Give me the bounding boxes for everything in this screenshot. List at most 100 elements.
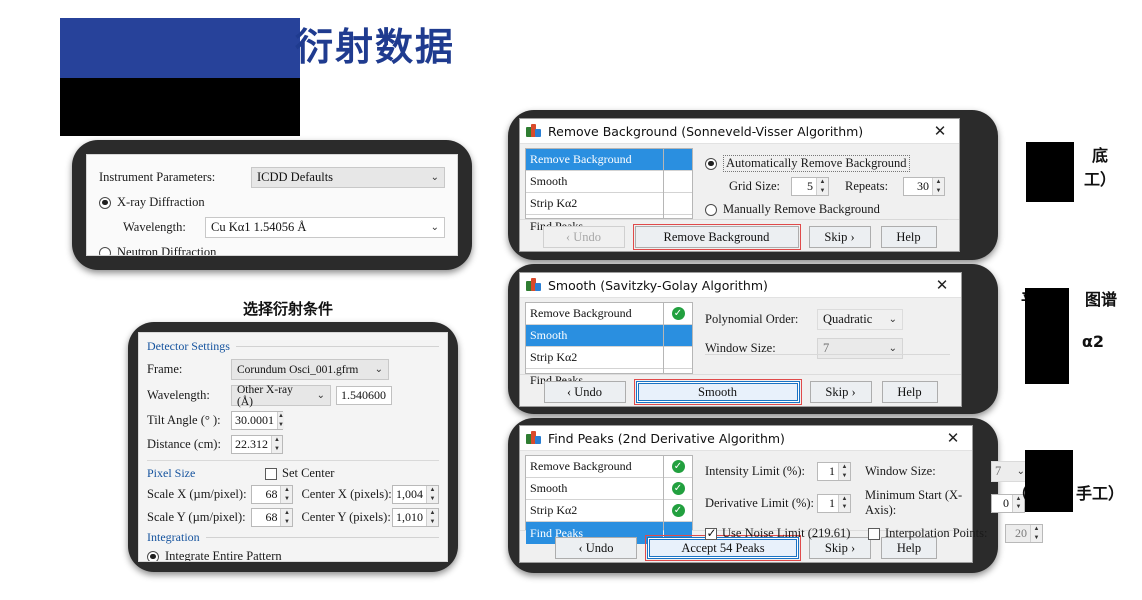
stepper-arrows[interactable]: ▲ ▼ bbox=[426, 486, 438, 503]
check-circle-icon: ✓ bbox=[671, 504, 685, 517]
step-smooth[interactable]: Smooth bbox=[526, 325, 663, 347]
grid-size-stepper[interactable]: 5 ▲ ▼ bbox=[791, 177, 829, 196]
center-y-label: Center Y (pixels): bbox=[301, 510, 391, 524]
intensity-limit-stepper[interactable]: 1 ▲ ▼ bbox=[817, 462, 851, 481]
step-status-remove-background: ✓ bbox=[664, 456, 692, 478]
stepper-arrows[interactable]: ▲ ▼ bbox=[816, 178, 828, 195]
manual-remove-row[interactable]: Manually Remove Background bbox=[705, 202, 946, 217]
close-icon[interactable]: ✕ bbox=[940, 426, 966, 450]
center-x-stepper[interactable]: 1,004 ▲ ▼ bbox=[392, 485, 439, 504]
annotation-redaction-block bbox=[1025, 450, 1073, 512]
step-strip-kalpha2[interactable]: Strip Kα2 bbox=[526, 347, 663, 369]
instrument-parameters-label: Instrument Parameters: bbox=[99, 170, 216, 184]
chevron-down-icon: ⌄ bbox=[888, 343, 897, 354]
annotation-smooth: 平滑 图谱 去 α2 bbox=[996, 288, 1142, 354]
close-icon[interactable]: ✕ bbox=[927, 119, 953, 143]
repeats-value: 30 bbox=[917, 179, 929, 193]
grid-size-label: Grid Size: bbox=[729, 179, 781, 193]
divider bbox=[205, 537, 439, 538]
distance-stepper[interactable]: 22.312 ▲ ▼ bbox=[231, 435, 283, 454]
interpolation-points-stepper[interactable]: 20 ▲ ▼ bbox=[1005, 524, 1043, 543]
app-icon bbox=[526, 431, 541, 445]
dialog-body: Remove Background Smooth Strip Kα2 Find … bbox=[520, 298, 961, 387]
steps-status-column bbox=[663, 148, 693, 219]
step-status-strip-kalpha2 bbox=[664, 193, 692, 215]
stepper-arrows[interactable]: ▲ ▼ bbox=[838, 494, 850, 512]
step-status-smooth: ✓ bbox=[664, 478, 692, 500]
auto-remove-row[interactable]: Automatically Remove Background bbox=[705, 155, 946, 172]
step-remove-background[interactable]: Remove Background bbox=[526, 303, 663, 325]
scale-y-stepper[interactable]: 68 ▲ ▼ bbox=[251, 508, 294, 527]
annotation-smooth-line1: 平滑 图谱 bbox=[1021, 290, 1117, 309]
neutron-diffraction-radio[interactable] bbox=[99, 246, 111, 255]
steps-list: Remove Background Smooth Strip Kα2 Find … bbox=[525, 455, 693, 544]
interpolation-points-checkbox[interactable] bbox=[868, 527, 880, 540]
close-icon[interactable]: ✕ bbox=[929, 273, 955, 297]
window-size-select[interactable]: 7 ⌄ bbox=[817, 338, 903, 359]
remove-background-button[interactable]: Remove Background bbox=[632, 224, 801, 250]
dialog-titlebar: Remove Background (Sonneveld-Visser Algo… bbox=[520, 119, 959, 144]
caption-select-diffraction-conditions: 选择衍射条件 bbox=[243, 300, 334, 318]
interpolation-points-label: Interpolation Points: bbox=[885, 526, 988, 540]
frame-row: Frame: Corundum Osci_001.gfrm ⌄ bbox=[147, 359, 439, 380]
wavelength-value: Cu Kα1 1.54056 Å bbox=[211, 220, 307, 234]
detector-wavelength-input[interactable]: 1.540600 bbox=[336, 386, 392, 405]
detector-settings-panel: Detector Settings Frame: Corundum Osci_0… bbox=[138, 332, 448, 562]
divider bbox=[235, 346, 439, 347]
scale-y-label: Scale Y (µm/pixel): bbox=[147, 510, 246, 524]
stepper-arrows[interactable]: ▲ ▼ bbox=[271, 436, 282, 453]
step-strip-kalpha2[interactable]: Strip Kα2 bbox=[526, 193, 663, 215]
step-smooth[interactable]: Smooth bbox=[526, 171, 663, 193]
stepper-arrows[interactable]: ▲ ▼ bbox=[277, 412, 284, 429]
wavelength-label: Wavelength: bbox=[123, 220, 186, 234]
step-smooth[interactable]: Smooth bbox=[526, 478, 663, 500]
help-button[interactable]: Help bbox=[880, 226, 937, 248]
step-status-strip-kalpha2: ✓ bbox=[664, 500, 692, 522]
polynomial-order-select[interactable]: Quadratic ⌄ bbox=[817, 309, 903, 330]
center-x-label: Center X (pixels): bbox=[301, 487, 392, 501]
smooth-button[interactable]: Smooth bbox=[633, 379, 802, 405]
instrument-parameters-select[interactable]: ICDD Defaults ⌄ bbox=[251, 167, 445, 188]
step-strip-kalpha2[interactable]: Strip Kα2 bbox=[526, 500, 663, 522]
skip-button[interactable]: Skip › bbox=[809, 381, 872, 403]
integrate-entire-radio[interactable] bbox=[147, 550, 159, 561]
auto-remove-radio[interactable] bbox=[705, 157, 717, 170]
stepper-arrows[interactable]: ▲ ▼ bbox=[280, 509, 293, 526]
repeats-stepper[interactable]: 30 ▲ ▼ bbox=[903, 177, 945, 196]
undo-button[interactable]: ‹ Undo bbox=[543, 381, 626, 403]
stepper-arrows[interactable]: ▲ ▼ bbox=[838, 463, 850, 480]
frame-select[interactable]: Corundum Osci_001.gfrm ⌄ bbox=[231, 359, 389, 380]
neutron-diffraction-radio-row[interactable]: Neutron Diffraction bbox=[99, 245, 445, 255]
manual-remove-radio[interactable] bbox=[705, 203, 717, 216]
distance-value: 22.312 bbox=[235, 437, 268, 451]
scale-x-stepper[interactable]: 68 ▲ ▼ bbox=[251, 485, 294, 504]
help-button[interactable]: Help bbox=[881, 381, 938, 403]
step-remove-background[interactable]: Remove Background bbox=[526, 456, 663, 478]
use-noise-limit-checkbox[interactable] bbox=[705, 526, 717, 540]
xray-diffraction-radio-row[interactable]: X-ray Diffraction bbox=[99, 195, 445, 210]
options-pane: Polynomial Order: Quadratic ⌄ Window Siz… bbox=[693, 302, 956, 374]
detector-settings-card: Detector Settings Frame: Corundum Osci_0… bbox=[128, 322, 458, 572]
stepper-arrows[interactable]: ▲ ▼ bbox=[932, 178, 944, 195]
step-remove-background[interactable]: Remove Background bbox=[526, 149, 663, 171]
annotation-redaction-block bbox=[1025, 288, 1069, 384]
integrate-entire-row[interactable]: Integrate Entire Pattern bbox=[147, 549, 439, 561]
set-center-checkbox[interactable] bbox=[265, 467, 277, 480]
derivative-limit-stepper[interactable]: 1 ▲ ▼ bbox=[817, 493, 851, 513]
stepper-arrows[interactable]: ▲ ▼ bbox=[426, 509, 438, 526]
undo-button[interactable]: ‹ Undo bbox=[555, 537, 637, 559]
stepper-arrows[interactable]: ▲ ▼ bbox=[280, 486, 293, 503]
wavelength-select[interactable]: Cu Kα1 1.54056 Å ⌄ bbox=[205, 217, 445, 238]
tilt-angle-stepper[interactable]: 30.0001 ▲ ▼ bbox=[231, 411, 284, 430]
steps-status-column: ✓ bbox=[663, 302, 693, 374]
undo-button[interactable]: ‹ Undo bbox=[542, 226, 625, 248]
center-y-value: 1,010 bbox=[396, 510, 423, 524]
chevron-down-icon: ⌄ bbox=[374, 364, 383, 375]
dialog-body: Remove Background Smooth Strip Kα2 Find … bbox=[520, 144, 959, 233]
stepper-arrows[interactable]: ▲ ▼ bbox=[1030, 525, 1042, 542]
detector-wavelength-select[interactable]: Other X-ray (Å) ⌄ bbox=[231, 384, 331, 408]
center-y-stepper[interactable]: 1,010 ▲ ▼ bbox=[392, 508, 439, 527]
skip-button[interactable]: Skip › bbox=[808, 226, 871, 248]
instrument-parameters-panel: Instrument Parameters: ICDD Defaults ⌄ X… bbox=[86, 154, 458, 256]
xray-diffraction-radio[interactable] bbox=[99, 196, 111, 209]
